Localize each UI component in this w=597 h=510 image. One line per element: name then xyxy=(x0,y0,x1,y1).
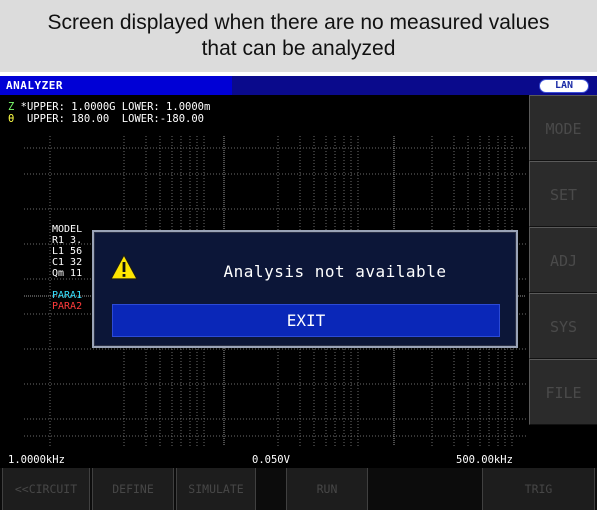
z-symbol: Z xyxy=(8,101,15,113)
stop-frequency: 500.00kHz xyxy=(456,454,513,466)
para1-label: PARA1 xyxy=(52,290,83,301)
exit-button[interactable]: EXIT xyxy=(112,304,500,337)
caption-line-2: that can be analyzed xyxy=(201,37,396,60)
sys-button[interactable]: SYS xyxy=(529,293,597,359)
analyzer-screen: ANALYZER LAN Z *UPPER: 1.0000G LOWER: 1.… xyxy=(0,76,597,510)
circuit-button[interactable]: <<CIRCUIT xyxy=(2,468,90,510)
trig-button[interactable]: TRIG xyxy=(482,468,595,510)
caption-line-1: Screen displayed when there are no measu… xyxy=(47,11,550,34)
set-button[interactable]: SET xyxy=(529,161,597,227)
file-button[interactable]: FILE xyxy=(529,359,597,425)
equivalent-circuit-model: MODEL R1 3. L1 56 C1 32 Qm 11 PARA1 PARA2 xyxy=(52,224,82,312)
caption: Screen displayed when there are no measu… xyxy=(0,0,597,72)
model-line: C1 32 xyxy=(52,257,83,268)
bottom-menu-bar: <<CIRCUIT DEFINE SIMULATE RUN TRIG xyxy=(0,468,597,510)
lan-badge: LAN xyxy=(539,79,589,93)
model-line: MODEL xyxy=(52,224,83,235)
screen-title: ANALYZER xyxy=(6,79,63,92)
theta-symbol: θ xyxy=(8,113,15,125)
model-line: Qm 11 xyxy=(52,268,83,279)
title-bar: ANALYZER LAN xyxy=(0,76,597,95)
simulate-button[interactable]: SIMULATE xyxy=(176,468,256,510)
dialog-message: Analysis not available xyxy=(223,262,447,281)
model-line: L1 56 xyxy=(52,246,83,257)
adj-button[interactable]: ADJ xyxy=(529,227,597,293)
para2-label: PARA2 xyxy=(52,301,83,312)
title-area: ANALYZER xyxy=(0,76,232,95)
z-limits-text: *UPPER: 1.0000G LOWER: 1.0000m xyxy=(20,101,211,113)
theta-limits-text: UPPER: 180.00 LOWER:-180.00 xyxy=(20,113,204,125)
run-button[interactable]: RUN xyxy=(286,468,368,510)
start-frequency: 1.0000kHz xyxy=(8,454,65,466)
analysis-unavailable-dialog: Analysis not available EXIT xyxy=(92,230,518,348)
mode-button[interactable]: MODE xyxy=(529,95,597,161)
sweep-readout: 1.0000kHz 0.050V 500.00kHz xyxy=(0,454,529,468)
model-line: R1 3. xyxy=(52,235,83,246)
signal-level: 0.050V xyxy=(252,454,290,466)
define-button[interactable]: DEFINE xyxy=(92,468,174,510)
limit-readout: Z *UPPER: 1.0000G LOWER: 1.0000m θ UPPER… xyxy=(8,101,210,125)
